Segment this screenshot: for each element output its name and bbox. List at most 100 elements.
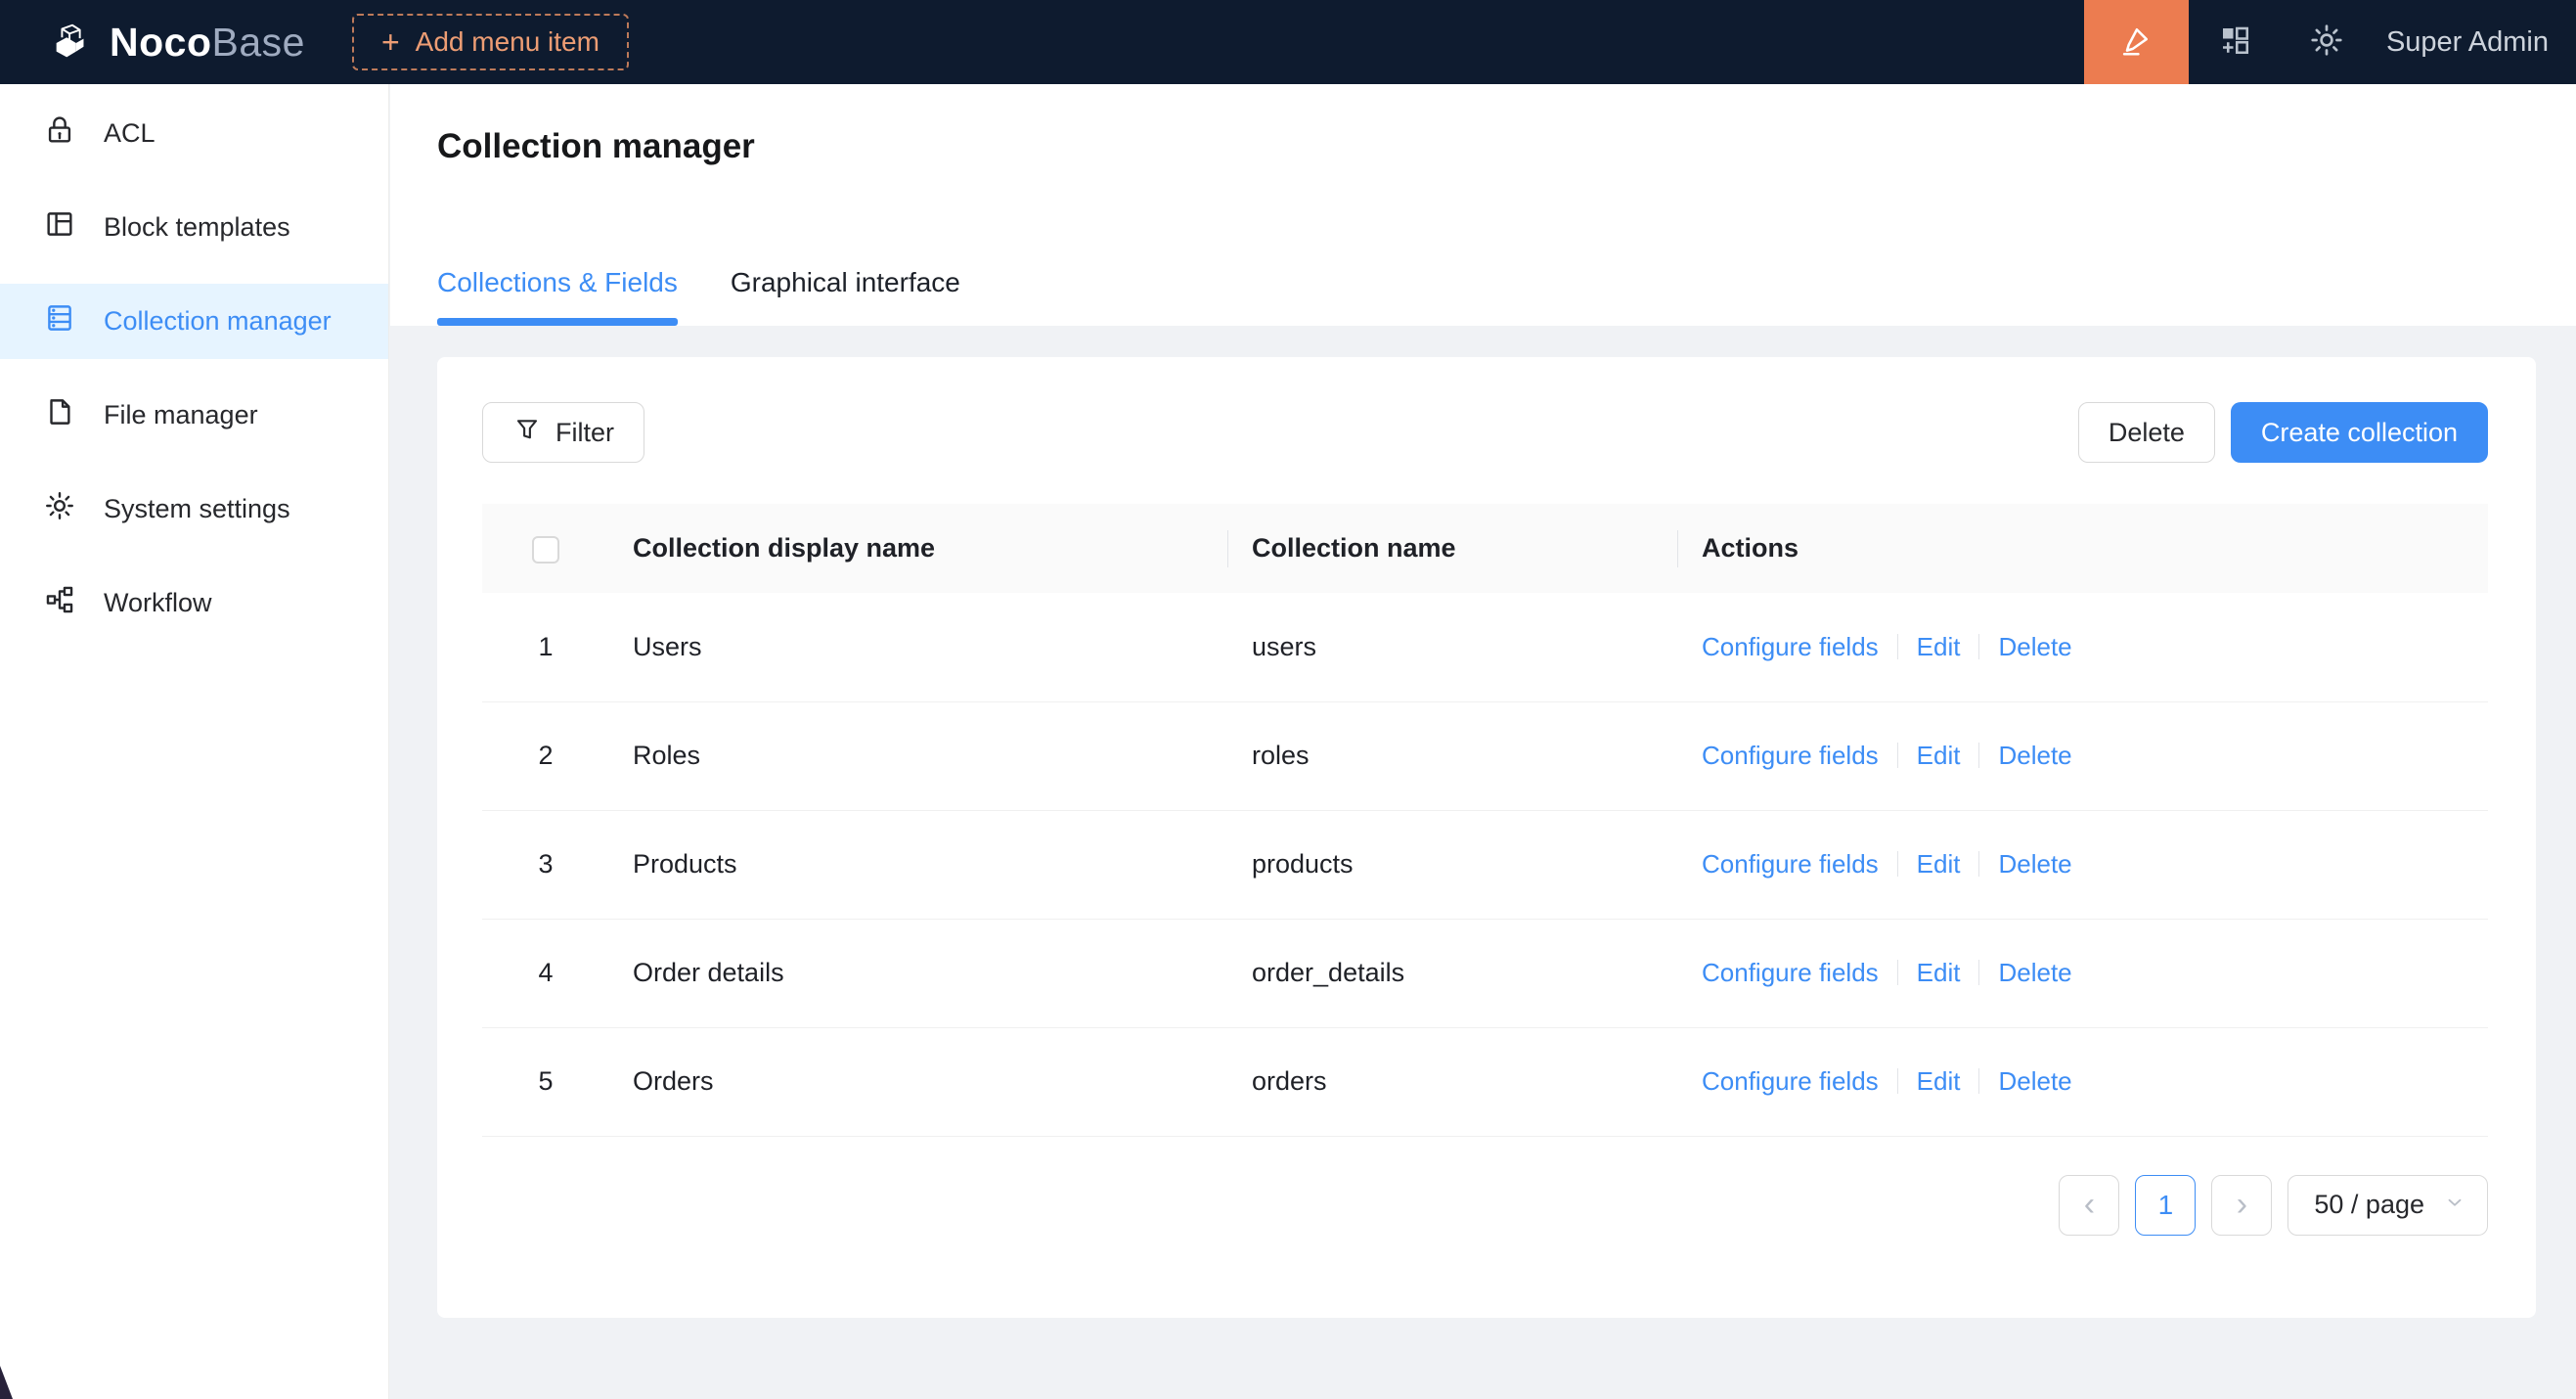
- table-row[interactable]: 5 Orders orders Configure fields Edit Dele…: [482, 1027, 2488, 1136]
- nocobase-cube-icon: [49, 20, 94, 65]
- sidebar-item-label: System settings: [104, 494, 290, 524]
- sidebar-item-file-manager[interactable]: File manager: [0, 378, 388, 453]
- content-area: Filter Delete Create collection Collec: [390, 326, 2576, 1399]
- page-header: Collection manager Collections & Fields …: [390, 84, 2576, 326]
- col-header-actions: Actions: [1678, 504, 2488, 593]
- collection-icon: [43, 301, 76, 341]
- create-collection-button[interactable]: Create collection: [2231, 402, 2488, 463]
- top-header-bar: NocoBase + Add menu item: [0, 0, 2576, 84]
- filter-button[interactable]: Filter: [482, 402, 644, 463]
- table-row[interactable]: 3 Products products Configure fields Edit…: [482, 810, 2488, 919]
- highlighter-icon: [2117, 22, 2154, 64]
- edit-link[interactable]: Edit: [1917, 849, 1961, 879]
- select-all-checkbox[interactable]: [532, 536, 559, 564]
- row-index: 2: [482, 701, 609, 810]
- configure-fields-link[interactable]: Configure fields: [1702, 1066, 1879, 1096]
- configure-fields-link[interactable]: Configure fields: [1702, 958, 1879, 987]
- lock-icon: [43, 113, 76, 154]
- row-index: 3: [482, 810, 609, 919]
- edit-link[interactable]: Edit: [1917, 958, 1961, 987]
- edit-link[interactable]: Edit: [1917, 1066, 1961, 1096]
- row-index: 1: [482, 593, 609, 701]
- add-menu-item-label: Add menu item: [416, 26, 600, 58]
- system-settings-button[interactable]: [2281, 0, 2373, 84]
- layout-icon: [43, 207, 76, 248]
- action-divider: [1978, 634, 1979, 659]
- table-header-row: Collection display name Collection name …: [482, 504, 2488, 593]
- cell-actions: Configure fields Edit Delete: [1678, 593, 2488, 701]
- page-1-button[interactable]: 1: [2135, 1175, 2196, 1236]
- tab-graphical-interface[interactable]: Graphical interface: [731, 267, 960, 326]
- cell-display-name: Orders: [609, 1027, 1228, 1136]
- pagination: ‹ 1 › 50 / page: [482, 1175, 2488, 1236]
- sidebar-item-label: File manager: [104, 400, 258, 430]
- cell-name: orders: [1228, 1027, 1678, 1136]
- col-header-name: Collection name: [1228, 504, 1678, 593]
- prev-page-button[interactable]: ‹: [2059, 1175, 2119, 1236]
- cell-name: order_details: [1228, 919, 1678, 1027]
- row-index: 5: [482, 1027, 609, 1136]
- sidebar-item-collection-manager[interactable]: Collection manager: [0, 284, 388, 359]
- nocobase-logo[interactable]: NocoBase: [49, 20, 305, 66]
- page-title: Collection manager: [437, 84, 2576, 166]
- nocobase-wordmark: NocoBase: [110, 20, 305, 66]
- sidebar-item-label: ACL: [104, 118, 155, 149]
- delete-link[interactable]: Delete: [1998, 958, 2071, 987]
- action-divider: [1897, 851, 1898, 877]
- page-size-select[interactable]: 50 / page: [2287, 1175, 2488, 1236]
- next-page-button[interactable]: ›: [2211, 1175, 2272, 1236]
- delete-link[interactable]: Delete: [1998, 849, 2071, 879]
- delete-link[interactable]: Delete: [1998, 632, 2071, 661]
- user-name: Super Admin: [2386, 26, 2549, 58]
- cell-display-name: Users: [609, 593, 1228, 701]
- toolbar: Filter Delete Create collection: [482, 402, 2488, 463]
- action-divider: [1978, 743, 1979, 768]
- chevron-left-icon: ‹: [2084, 1186, 2095, 1224]
- sidebar-item-acl[interactable]: ACL: [0, 96, 388, 171]
- gear-icon: [2308, 22, 2345, 64]
- delete-button[interactable]: Delete: [2078, 402, 2215, 463]
- filter-funnel-icon: [512, 415, 542, 451]
- col-header-display-name: Collection display name: [609, 504, 1228, 593]
- table-row[interactable]: 2 Roles roles Configure fieldsEditDelete: [482, 701, 2488, 810]
- tab-bar: Collections & Fields Graphical interface: [437, 267, 960, 326]
- tab-collections-fields[interactable]: Collections & Fields: [437, 267, 678, 326]
- ui-editor-button[interactable]: [2084, 0, 2189, 84]
- user-menu[interactable]: Super Admin: [2373, 26, 2576, 59]
- sidebar-item-system-settings[interactable]: System settings: [0, 472, 388, 547]
- delete-link[interactable]: Delete: [1998, 741, 2071, 770]
- action-divider: [1978, 851, 1979, 877]
- chevron-down-icon: [2444, 1190, 2465, 1220]
- configure-fields-link[interactable]: Configure fields: [1702, 632, 1879, 661]
- sidebar-item-block-templates[interactable]: Block templates: [0, 190, 388, 265]
- cell-actions: Configure fields Edit Delete: [1678, 810, 2488, 919]
- action-divider: [1897, 743, 1898, 768]
- table-row[interactable]: 4 Order details order_details Configure …: [482, 919, 2488, 1027]
- workflow-icon: [43, 583, 76, 623]
- action-divider: [1897, 960, 1898, 985]
- page-size-value: 50 / page: [2314, 1190, 2424, 1220]
- sidebar-nav: ACL Block templates Collection manager: [0, 84, 389, 1399]
- file-icon: [43, 395, 76, 435]
- cell-name: products: [1228, 810, 1678, 919]
- main-area: Collection manager Collections & Fields …: [390, 84, 2576, 1399]
- row-index: 4: [482, 919, 609, 1027]
- plugin-grid-icon: [2217, 23, 2252, 63]
- edit-link[interactable]: Edit: [1917, 632, 1961, 661]
- delete-link[interactable]: Delete: [1998, 1066, 2071, 1096]
- configure-fields-link[interactable]: Configure fields: [1702, 741, 1879, 770]
- collections-table: Collection display name Collection name …: [482, 504, 2488, 1137]
- edit-link[interactable]: Edit: [1917, 741, 1961, 770]
- add-menu-item-button[interactable]: + Add menu item: [352, 14, 629, 70]
- configure-fields-link[interactable]: Configure fields: [1702, 849, 1879, 879]
- sidebar-item-workflow[interactable]: Workflow: [0, 565, 388, 641]
- gear-icon: [43, 489, 76, 529]
- action-divider: [1897, 1068, 1898, 1094]
- table-row[interactable]: 1 Users users Configure fieldsEditDelete: [482, 593, 2488, 701]
- plugin-manager-button[interactable]: [2189, 0, 2281, 84]
- plus-icon: +: [381, 26, 400, 58]
- cell-display-name: Products: [609, 810, 1228, 919]
- select-all-cell: [482, 504, 609, 593]
- cell-display-name: Roles: [609, 701, 1228, 810]
- action-divider: [1978, 960, 1979, 985]
